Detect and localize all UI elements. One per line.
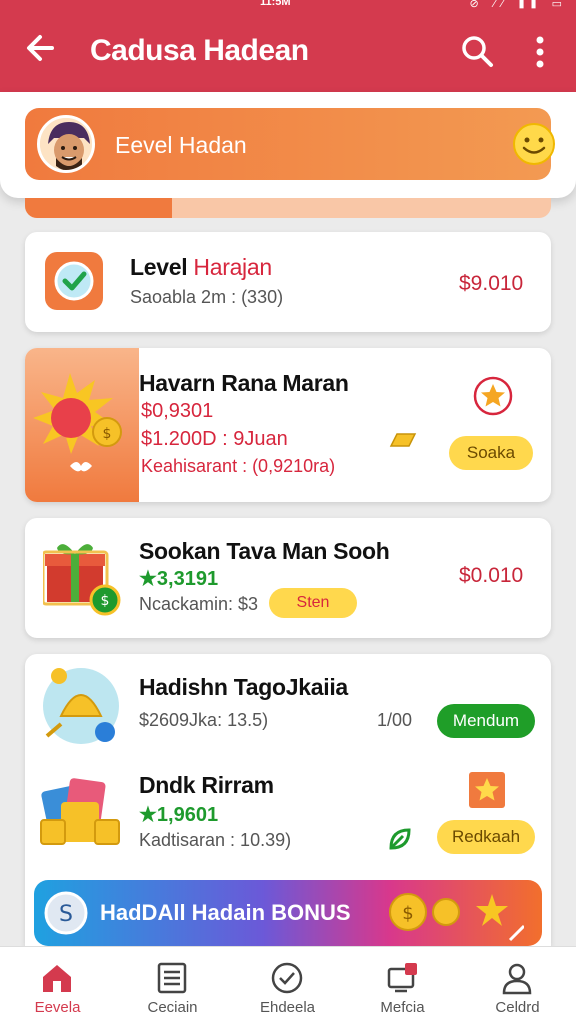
shop-card[interactable]: $ Sookan Tava Man Sooh ★3,3191 Ncackamin…: [25, 518, 551, 638]
home-icon: [43, 965, 71, 992]
nav-item-label: Eevela: [34, 999, 81, 1016]
card-subtitle: Saoabla 2m : (330): [130, 287, 284, 307]
level-banner[interactable]: Eevel Hadan: [25, 108, 555, 180]
nav-item-documents[interactable]: Ceciain: [115, 947, 230, 1024]
arrow-left-icon: [27, 35, 54, 61]
nav-item-label: Mefcia: [380, 999, 425, 1016]
card-title-part2: Harajan: [193, 254, 272, 280]
list-item-rating: ★1,9601: [139, 804, 219, 826]
bottom-navigation: Eevela Ceciain Ehdeela Mefcia Celdrd: [0, 946, 576, 1024]
list-item[interactable]: Hadishn TagoJkaiia $2609Jka: 13.5) 1/00 …: [25, 654, 551, 754]
card-price: $9.010: [459, 272, 524, 295]
svg-text:S: S: [59, 902, 73, 927]
shop-chip[interactable]: Sten: [269, 588, 357, 618]
nav-item-label: Ehdeela: [259, 999, 316, 1016]
shell-coin-icon: [43, 668, 119, 744]
bonus-banner-label: HadDAll Hadain BONUS: [100, 900, 351, 925]
leaf-icon: [389, 828, 411, 850]
nav-item-profile[interactable]: Celdrd: [460, 947, 575, 1024]
search-icon: [462, 36, 493, 67]
svg-text:$: $: [101, 593, 110, 609]
coin-icon: S: [44, 891, 88, 935]
nav-item-home[interactable]: Eevela: [0, 947, 115, 1024]
smiley-button[interactable]: [512, 122, 556, 166]
check-circle-icon: [271, 962, 303, 994]
offer-line-2: $1.200D : 9Juan: [141, 428, 288, 450]
gift-box-icon: $: [43, 544, 121, 616]
status-time: 11:5M: [260, 0, 291, 8]
level-sheet: Eevel Hadan: [0, 92, 576, 198]
smiley-icon: [513, 123, 555, 165]
list-item-count: 1/00: [377, 710, 413, 730]
list-item-subtitle: Kadtisaran : 10.39): [139, 830, 292, 850]
nav-item-check[interactable]: Ehdeela: [230, 947, 345, 1024]
list-item-button[interactable]: Mendum: [437, 704, 535, 738]
level-progress-bar: [25, 198, 551, 218]
user-avatar-icon: [40, 118, 92, 170]
card-title: Level Harajan: [130, 254, 272, 281]
shop-rating: ★3,3191: [139, 568, 219, 590]
app-bar: Cadusa Hadean: [0, 12, 576, 92]
offer-title: Havarn Rana Maran: [139, 370, 349, 396]
shop-chip-label: Sten: [296, 594, 330, 611]
offer-card[interactable]: $ Havarn Rana Maran $0,9301 $1.200D : 9J…: [25, 348, 551, 502]
gold-coins-icon: $: [389, 893, 524, 942]
ticket-stack-icon: [40, 778, 120, 845]
nav-item-label: Ceciain: [147, 999, 198, 1016]
page-title: Cadusa Hadean: [90, 34, 309, 67]
inbox-icon: [387, 963, 417, 993]
svg-text:$: $: [103, 426, 112, 442]
list-item-title: Hadishn TagoJkaiia: [139, 674, 348, 700]
star-box-icon: [469, 772, 505, 808]
star-badge-icon: [473, 376, 513, 416]
offer-line-1: $0,9301: [141, 400, 214, 422]
starburst-coin-icon: $: [33, 373, 122, 472]
status-bar: 11:5M ⊘ ⁄⁄ ▮▮ ▭: [0, 0, 576, 12]
list-item-subtitle: $2609Jka: 13.5): [139, 710, 269, 730]
level-progress-fill: [25, 198, 173, 218]
back-button[interactable]: [22, 26, 62, 70]
shop-subtitle: Ncackamin: $3: [139, 594, 259, 614]
status-icons: ⊘ ⁄⁄ ▮▮ ▭: [469, 0, 568, 10]
list-item[interactable]: Dndk Rirram ★1,9601 Kadtisaran : 10.39) …: [25, 758, 551, 868]
gold-bar-icon: [389, 433, 417, 447]
card-title-part1: Level: [130, 254, 194, 280]
nav-item-label: Celdrd: [495, 999, 540, 1016]
bonus-banner[interactable]: S HadDAll Hadain BONUS $: [34, 880, 542, 946]
avatar[interactable]: [37, 115, 95, 173]
shop-title: Sookan Tava Man Sooh: [139, 538, 390, 564]
list-item-title: Dndk Rirram: [139, 772, 274, 798]
level-label: Eevel Hadan: [115, 132, 247, 158]
more-menu-button[interactable]: [530, 34, 550, 70]
offer-line-3: Keahisarant : (0,9210ra): [141, 456, 336, 476]
offer-image-panel: $: [25, 348, 139, 502]
shop-price: $0.010: [459, 564, 524, 587]
list-item-button[interactable]: Redkaah: [437, 820, 535, 854]
nav-item-inbox[interactable]: Mefcia: [345, 947, 460, 1024]
search-button[interactable]: [460, 34, 494, 68]
svg-text:$: $: [402, 903, 413, 924]
check-badge-icon: [45, 252, 103, 310]
offer-action-button[interactable]: Soaka: [449, 436, 533, 470]
document-icon: [157, 962, 187, 994]
level-card[interactable]: Level Harajan Saoabla 2m : (330) $9.010: [25, 232, 551, 332]
profile-icon: [502, 963, 532, 995]
more-vert-icon: [536, 36, 544, 68]
